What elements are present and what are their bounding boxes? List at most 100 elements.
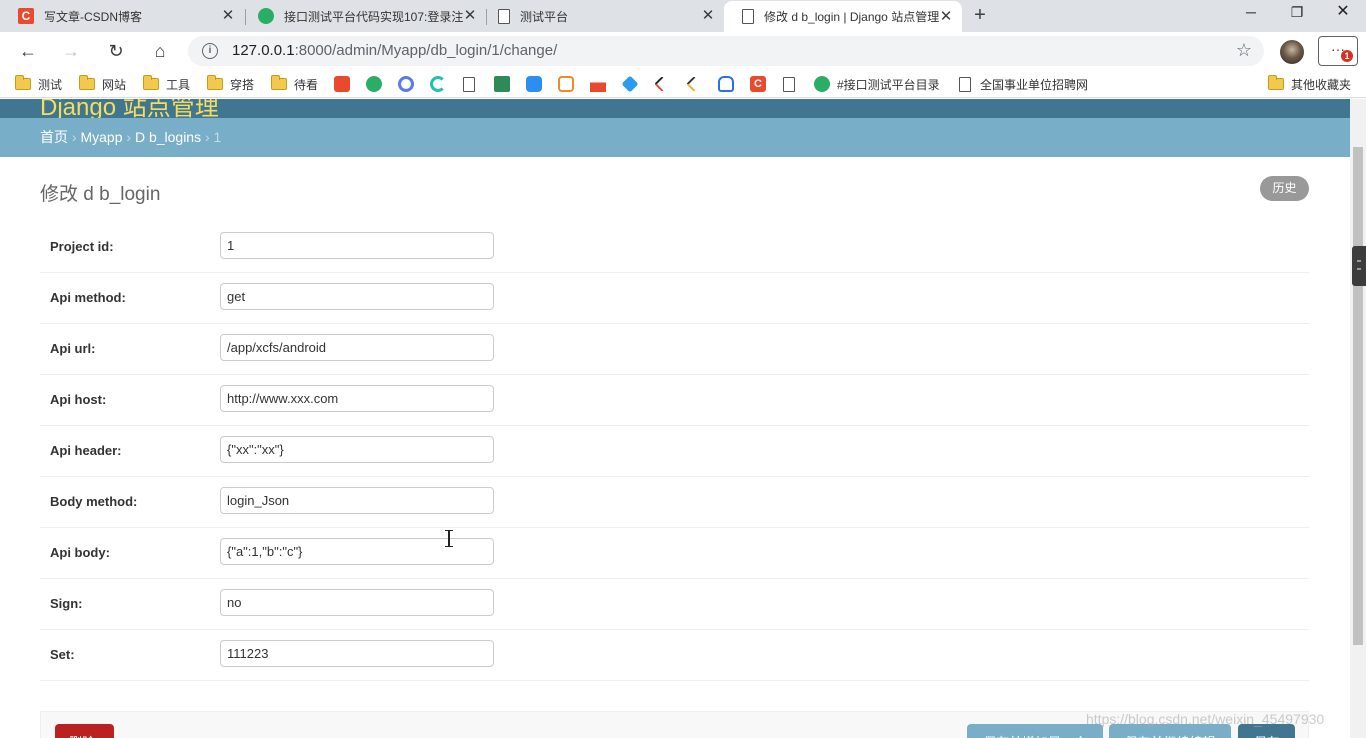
close-window-icon[interactable]: ✕: [1320, 0, 1366, 28]
tab-title: 写文章-CSDN博客: [44, 9, 142, 24]
api-host-field[interactable]: [220, 385, 494, 412]
bookmark-tower[interactable]: [590, 75, 606, 93]
watermark: https://blog.csdn.net/weixin_45497930: [1086, 711, 1325, 727]
tab-title: 修改 d b_login | Django 站点管理: [764, 10, 940, 24]
save-add-another-button[interactable]: 保存并增加另一个: [967, 724, 1103, 738]
bookmark-label: 工具: [166, 77, 191, 92]
wechat-icon: [814, 76, 830, 92]
tab-test-platform[interactable]: 测试平台 ✕: [480, 0, 724, 32]
close-tab-icon[interactable]: ✕: [220, 8, 236, 24]
site-info-icon[interactable]: i: [202, 43, 218, 59]
spinner-icon: [430, 76, 446, 92]
breadcrumb-current: 1: [213, 129, 222, 145]
folder-icon: [15, 75, 31, 90]
flag-icon: [494, 76, 510, 92]
form-row-api-method: Api method:: [40, 273, 1309, 324]
diamond-icon: [621, 75, 639, 93]
bookmark-arrow[interactable]: [654, 75, 670, 93]
pocket-icon: [334, 76, 350, 92]
back-arrow-icon[interactable]: ←: [16, 39, 40, 63]
folder-icon: [207, 75, 223, 90]
body-method-field[interactable]: [220, 487, 494, 514]
profile-avatar[interactable]: [1280, 40, 1304, 64]
new-tab-plus-icon[interactable]: +: [970, 5, 990, 26]
browser-tab-strip: C 写文章-CSDN博客 ✕ 接口测试平台代码实现107:登录注 ✕ 测试平台 …: [0, 0, 1366, 32]
bookmark-label: 全国事业单位招聘网: [980, 77, 1089, 92]
bookmark-juejin[interactable]: [686, 75, 702, 93]
bookmark-diamond[interactable]: [621, 75, 639, 93]
folder-icon: [271, 75, 287, 90]
bookmark-flag[interactable]: [494, 75, 510, 93]
breadcrumb-home[interactable]: 首页: [40, 129, 68, 145]
url-text[interactable]: 127.0.0.1:8000/admin/Myapp/db_login/1/ch…: [232, 42, 557, 59]
field-label: Body method:: [50, 494, 138, 509]
csdn-icon: C: [18, 8, 34, 24]
bookmark-folder-tools[interactable]: 工具: [143, 75, 190, 93]
bookmark-recruitment[interactable]: 全国事业单位招聘网: [959, 75, 1088, 93]
bookmark-page[interactable]: [463, 75, 475, 93]
text-cursor-icon: [445, 530, 453, 547]
chevron-left-icon: [686, 76, 702, 92]
tab-wechat-article[interactable]: 接口测试平台代码实现107:登录注 ✕: [240, 0, 486, 32]
minimize-icon[interactable]: ─: [1228, 0, 1274, 28]
bookmark-page-2[interactable]: [783, 75, 795, 93]
page-scrollbar[interactable]: [1350, 99, 1366, 738]
project-id-field[interactable]: [220, 232, 494, 259]
hand-icon: [718, 76, 734, 92]
bookmark-folder-sites[interactable]: 网站: [79, 75, 126, 93]
address-bar[interactable]: i 127.0.0.1:8000/admin/Myapp/db_login/1/…: [188, 36, 1264, 66]
link-icon: [558, 76, 574, 92]
browser-toolbar: ← → ↻ ⌂ i 127.0.0.1:8000/admin/Myapp/db_…: [0, 32, 1366, 70]
bookmark-label: 穿搭: [230, 77, 255, 92]
admin-header: Django 站点管理: [0, 99, 1350, 118]
bookmark-link[interactable]: [558, 75, 574, 93]
restore-icon[interactable]: ❐: [1274, 0, 1320, 28]
scroll-handle-icon[interactable]: [1352, 246, 1366, 286]
folder-icon: [143, 75, 159, 90]
home-icon[interactable]: ⌂: [148, 39, 172, 63]
bookmark-chat[interactable]: [526, 75, 542, 93]
close-tab-icon[interactable]: ✕: [700, 8, 716, 24]
bookmark-refresh[interactable]: [430, 75, 446, 93]
form-row-api-url: Api url:: [40, 324, 1309, 375]
delete-button[interactable]: 删除: [55, 724, 114, 738]
bookmark-wechat[interactable]: [366, 75, 382, 93]
page-icon: [959, 76, 971, 92]
bookmark-folder-other[interactable]: 其他收藏夹: [1268, 75, 1351, 93]
folder-icon: [79, 75, 95, 90]
bookmark-api-directory[interactable]: #接口测试平台目录: [814, 75, 940, 93]
browser-menu-button[interactable]: ··· 1: [1318, 36, 1358, 66]
breadcrumb-model[interactable]: D b_logins: [135, 129, 201, 145]
tab-django-admin[interactable]: 修改 d b_login | Django 站点管理 ✕: [724, 1, 962, 32]
close-tab-icon[interactable]: ✕: [938, 9, 954, 25]
scrollbar-thumb[interactable]: [1353, 147, 1363, 645]
breadcrumb-separator: ›: [126, 129, 132, 145]
chevron-left-icon: [654, 76, 670, 92]
api-method-field[interactable]: [220, 283, 494, 310]
sign-field[interactable]: [220, 589, 494, 616]
bookmark-folder-toread[interactable]: 待看: [271, 75, 318, 93]
bookmark-check[interactable]: [398, 75, 414, 93]
api-url-field[interactable]: [220, 334, 494, 361]
bookmark-folder-test[interactable]: 测试: [15, 75, 62, 93]
set-field[interactable]: [220, 640, 494, 667]
wechat-icon: [366, 76, 382, 92]
reload-icon[interactable]: ↻: [104, 39, 128, 63]
bookmark-csdn[interactable]: C: [750, 75, 766, 93]
bookmark-pocket[interactable]: [334, 75, 350, 93]
breadcrumb-app[interactable]: Myapp: [80, 129, 122, 145]
close-tab-icon[interactable]: ✕: [462, 8, 478, 24]
check-circle-icon: [398, 76, 414, 92]
api-header-field[interactable]: [220, 436, 494, 463]
bookmark-folder-outfits[interactable]: 穿搭: [207, 75, 254, 93]
tab-csdn[interactable]: C 写文章-CSDN博客 ✕: [0, 0, 244, 32]
page-title: 修改 d b_login: [40, 184, 161, 205]
site-branding[interactable]: Django 站点管理: [40, 99, 219, 118]
bookmark-hand[interactable]: [718, 75, 734, 93]
page-icon: [463, 76, 475, 92]
form-row-api-host: Api host:: [40, 375, 1309, 426]
history-button[interactable]: 历史: [1260, 176, 1309, 201]
bookmark-star-icon[interactable]: ☆: [1236, 40, 1252, 61]
bookmark-label: #接口测试平台目录: [837, 77, 940, 92]
forward-arrow-icon[interactable]: →: [59, 39, 83, 63]
